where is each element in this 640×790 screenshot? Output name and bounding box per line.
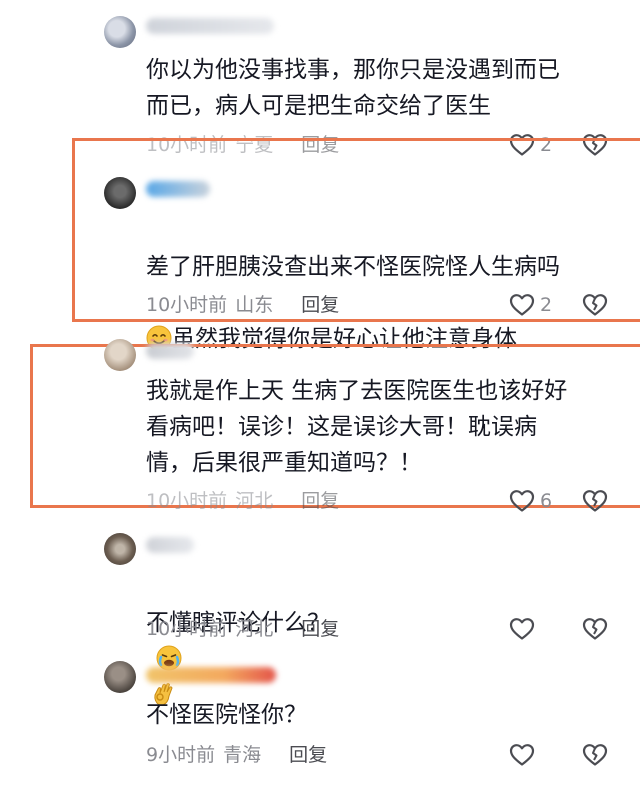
comment-text-line: 差了肝胆胰没查出来不怪医院怪人生病吗 — [146, 254, 560, 280]
avatar[interactable] — [104, 661, 136, 693]
comment-time: 10小时前 — [146, 490, 228, 512]
comment-meta: 10小时前 山东 回复 — [146, 293, 339, 317]
comment-time: 9小时前 — [146, 744, 216, 766]
reply-button[interactable]: 回复 — [289, 744, 327, 766]
reply-button[interactable]: 回复 — [301, 618, 339, 640]
username-blurred[interactable] — [146, 343, 194, 359]
comment-time: 10小时前 — [146, 294, 228, 316]
comment-location: 青海 — [223, 744, 262, 766]
avatar[interactable] — [104, 533, 136, 565]
comment-text: 我就是作上天 生病了去医院医生也该好好 看病吧！误诊！这是误诊大哥！耽误病 情，… — [146, 378, 568, 476]
comment-item: 差了肝胆胰没查出来不怪医院怪人生病吗 虽然我觉得你是好心让他注意身体 10小时前… — [0, 165, 640, 352]
comment-item: 不懂瞎评论什么？ 10小时前 河北 回复 — [0, 525, 640, 706]
comment-item: 我就是作上天 生病了去医院医生也该好好 看病吧！误诊！这是误诊大哥！耽误病 情，… — [0, 335, 640, 525]
username-blurred[interactable] — [146, 537, 194, 553]
comment-meta: 10小时前 河北 回复 — [146, 617, 339, 641]
avatar[interactable] — [104, 16, 136, 48]
username-blurred[interactable] — [146, 667, 276, 683]
reply-button[interactable]: 回复 — [301, 490, 339, 512]
comment-text: 你以为他没事找事，那你只是没遇到而已 而已，病人可是把生命交给了医生 — [146, 57, 560, 119]
like-icon[interactable] — [509, 743, 535, 767]
comment-meta: 10小时前 河北 回复 — [146, 489, 339, 513]
username-blurred[interactable] — [146, 181, 210, 197]
like-icon[interactable] — [509, 489, 535, 513]
like-count: 2 — [540, 294, 553, 316]
comment-meta: 9小时前 青海 回复 — [146, 743, 327, 767]
reply-button[interactable]: 回复 — [301, 294, 339, 316]
comment-item: 不怪医院怪你？ 9小时前 青海 回复 — [0, 655, 640, 790]
username-blurred[interactable] — [146, 18, 274, 34]
comment-location: 山东 — [235, 294, 274, 316]
dislike-icon[interactable] — [582, 743, 608, 767]
comment-location: 河北 — [235, 618, 274, 640]
comment-location: 河北 — [235, 490, 274, 512]
dislike-icon[interactable] — [582, 617, 608, 641]
avatar[interactable] — [104, 339, 136, 371]
like-icon[interactable] — [509, 293, 535, 317]
comment-time: 10小时前 — [146, 618, 228, 640]
like-icon[interactable] — [509, 617, 535, 641]
comment-text: 不怪医院怪你？ — [146, 702, 307, 728]
avatar[interactable] — [104, 177, 136, 209]
like-count: 6 — [540, 490, 553, 512]
dislike-icon[interactable] — [582, 293, 608, 317]
dislike-icon[interactable] — [582, 489, 608, 513]
